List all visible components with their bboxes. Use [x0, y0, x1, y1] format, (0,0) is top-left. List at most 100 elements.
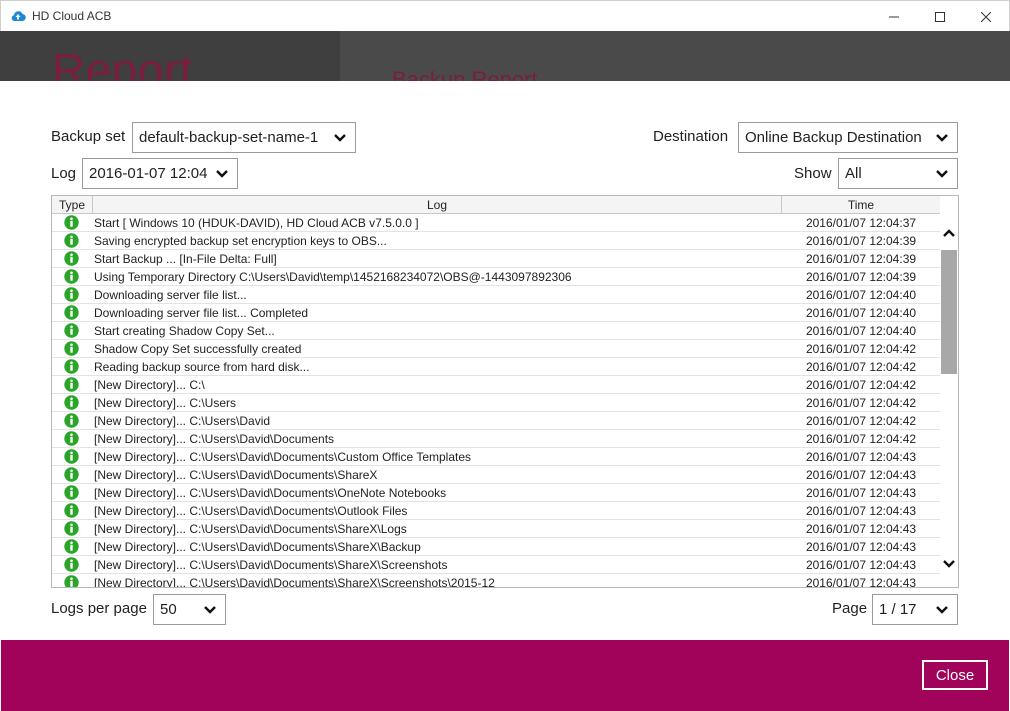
- table-row[interactable]: Start creating Shadow Copy Set... 2016/01…: [52, 322, 940, 340]
- table-row[interactable]: [New Directory]... C:\Users\David\Docume…: [52, 538, 940, 556]
- row-time-text: 2016/01/07 12:04:39: [805, 234, 917, 248]
- show-select[interactable]: All: [838, 158, 958, 189]
- background-subtitle: Backup Report: [392, 67, 538, 81]
- table-row[interactable]: Downloading server file list... 2016/01/0…: [52, 286, 940, 304]
- table-row[interactable]: [New Directory]... C:\Users\David\Docume…: [52, 574, 940, 588]
- info-icon: [64, 233, 79, 248]
- show-value: All: [845, 165, 862, 182]
- info-icon: [64, 341, 79, 356]
- row-log-text: [New Directory]... C:\Users\David: [94, 414, 271, 428]
- background-window: Report Backup Report: [0, 31, 1010, 81]
- row-type-cell: [52, 448, 92, 466]
- backup-set-select[interactable]: default-backup-set-name-1: [132, 122, 356, 153]
- row-type-cell: [52, 394, 92, 412]
- info-icon: [64, 215, 79, 230]
- row-type-cell: [52, 412, 92, 430]
- chevron-down-icon: [936, 134, 948, 142]
- backup-set-value: default-backup-set-name-1: [139, 129, 319, 146]
- info-icon: [64, 449, 79, 464]
- table-row[interactable]: Using Temporary Directory C:\Users\David…: [52, 268, 940, 286]
- row-time-text: 2016/01/07 12:04:42: [805, 432, 917, 446]
- column-header-time[interactable]: Time: [782, 198, 940, 212]
- table-header: Type Log Time: [52, 196, 940, 214]
- row-log-text: Using Temporary Directory C:\Users\David…: [94, 270, 572, 284]
- row-time-text: 2016/01/07 12:04:43: [805, 576, 917, 588]
- page-select[interactable]: 1 / 17: [872, 594, 958, 625]
- row-type-cell: [52, 304, 92, 322]
- row-log-text: [New Directory]... C:\Users\David\Docume…: [94, 576, 495, 588]
- table-row[interactable]: [New Directory]... C:\Users\David\Docume…: [52, 484, 940, 502]
- row-time-text: 2016/01/07 12:04:42: [805, 360, 917, 374]
- info-icon: [64, 287, 79, 302]
- row-time-text: 2016/01/07 12:04:42: [805, 342, 917, 356]
- row-time-text: 2016/01/07 12:04:39: [805, 252, 917, 266]
- table-row[interactable]: [New Directory]... C:\ 2016/01/07 12:04:4…: [52, 376, 940, 394]
- row-type-cell: [52, 538, 92, 556]
- table-row[interactable]: [New Directory]... C:\Users\David\Docume…: [52, 430, 940, 448]
- row-type-cell: [52, 376, 92, 394]
- table-row[interactable]: [New Directory]... C:\Users\David\Docume…: [52, 466, 940, 484]
- row-time-text: 2016/01/07 12:04:42: [805, 414, 917, 428]
- table-row[interactable]: [New Directory]... C:\Users 2016/01/07 12…: [52, 394, 940, 412]
- maximize-icon: [935, 11, 945, 22]
- scrollbar-thumb[interactable]: [941, 250, 957, 374]
- info-icon: [64, 395, 79, 410]
- row-time-text: 2016/01/07 12:04:37: [805, 216, 917, 230]
- dialog-footer: Close: [1, 640, 1009, 711]
- table-row[interactable]: Shadow Copy Set successfully created 2016…: [52, 340, 940, 358]
- row-type-cell: [52, 466, 92, 484]
- cloud-icon: [11, 11, 26, 22]
- scroll-up-icon[interactable]: [942, 228, 956, 238]
- row-time-text: 2016/01/07 12:04:43: [805, 540, 917, 554]
- table-row[interactable]: Start Backup ... [In-File Delta: Full] 20…: [52, 250, 940, 268]
- info-icon: [64, 359, 79, 374]
- minimize-button[interactable]: [871, 1, 917, 32]
- info-icon: [64, 467, 79, 482]
- table-row[interactable]: [New Directory]... C:\Users\David 2016/01…: [52, 412, 940, 430]
- table-row[interactable]: Saving encrypted backup set encryption k…: [52, 232, 940, 250]
- destination-select[interactable]: Online Backup Destination: [738, 122, 958, 153]
- maximize-button[interactable]: [917, 1, 963, 32]
- row-log-text: Start creating Shadow Copy Set...: [94, 324, 275, 338]
- log-label: Log: [51, 165, 77, 182]
- table-row[interactable]: [New Directory]... C:\Users\David\Docume…: [52, 448, 940, 466]
- row-log-text: [New Directory]... C:\Users\David\Docume…: [94, 468, 378, 482]
- table-row[interactable]: Start [ Windows 10 (HDUK-DAVID), HD Clou…: [52, 214, 940, 232]
- backup-set-label: Backup set: [51, 128, 126, 145]
- info-icon: [64, 377, 79, 392]
- table-row[interactable]: [New Directory]... C:\Users\David\Docume…: [52, 556, 940, 574]
- row-type-cell: [52, 574, 92, 587]
- log-select[interactable]: 2016-01-07 12:04: [82, 158, 238, 189]
- row-time-text: 2016/01/07 12:04:43: [805, 522, 917, 536]
- background-title: Report: [52, 44, 194, 81]
- chevron-down-icon: [216, 170, 228, 178]
- logs-per-page-select[interactable]: 50: [153, 594, 226, 625]
- vertical-scrollbar[interactable]: [940, 214, 958, 587]
- title-bar: HD Cloud ACB: [0, 0, 1010, 31]
- row-time-text: 2016/01/07 12:04:40: [805, 288, 917, 302]
- page-value: 1 / 17: [879, 601, 917, 618]
- row-time-text: 2016/01/07 12:04:43: [805, 450, 917, 464]
- row-log-text: [New Directory]... C:\Users\David\Docume…: [94, 504, 408, 518]
- info-icon: [64, 413, 79, 428]
- row-log-text: Saving encrypted backup set encryption k…: [94, 234, 387, 248]
- close-window-button[interactable]: [963, 1, 1009, 32]
- info-icon: [64, 323, 79, 338]
- table-row[interactable]: [New Directory]... C:\Users\David\Docume…: [52, 502, 940, 520]
- scroll-down-icon[interactable]: [942, 559, 956, 569]
- row-time-text: 2016/01/07 12:04:43: [805, 558, 917, 572]
- table-row[interactable]: Reading backup source from hard disk... 2…: [52, 358, 940, 376]
- row-time-text: 2016/01/07 12:04:42: [805, 396, 917, 410]
- info-icon: [64, 251, 79, 266]
- row-type-cell: [52, 250, 92, 268]
- table-row[interactable]: [New Directory]... C:\Users\David\Docume…: [52, 520, 940, 538]
- table-row[interactable]: Downloading server file list... Complete…: [52, 304, 940, 322]
- row-log-text: [New Directory]... C:\Users\David\Docume…: [94, 450, 472, 464]
- close-icon: [981, 11, 991, 22]
- row-time-text: 2016/01/07 12:04:39: [805, 270, 917, 284]
- row-type-cell: [52, 340, 92, 358]
- column-header-type[interactable]: Type: [52, 198, 92, 212]
- column-header-log[interactable]: Log: [93, 198, 781, 212]
- close-button[interactable]: Close: [922, 660, 988, 690]
- row-type-cell: [52, 268, 92, 286]
